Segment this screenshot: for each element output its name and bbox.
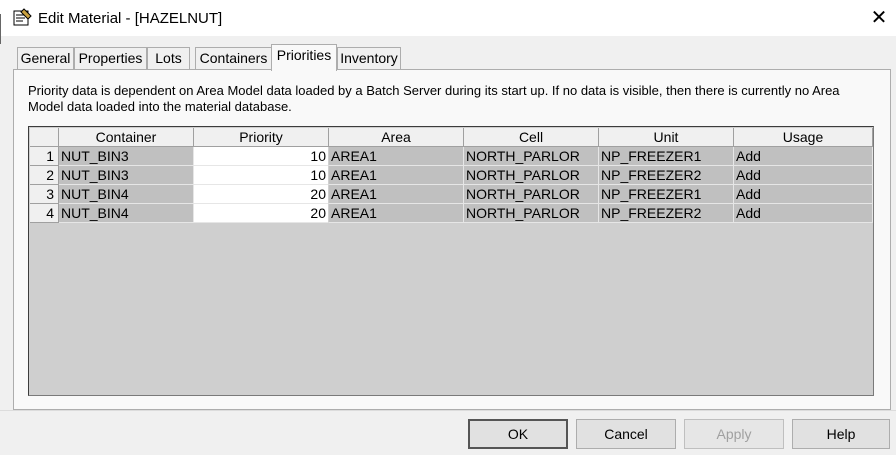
priorities-grid[interactable]: Container Priority Area Cell Unit Usage … bbox=[28, 126, 874, 396]
tab-lots[interactable]: Lots bbox=[147, 47, 190, 70]
container-cell[interactable]: NUT_BIN4 bbox=[59, 185, 194, 204]
cell-cell[interactable]: NORTH_PARLOR bbox=[464, 204, 599, 223]
priority-cell[interactable]: 20 bbox=[194, 185, 329, 204]
tab-general[interactable]: General bbox=[17, 47, 74, 70]
area-cell[interactable]: AREA1 bbox=[329, 204, 464, 223]
tab-containers[interactable]: Containers bbox=[195, 47, 272, 70]
priority-cell[interactable]: 10 bbox=[194, 166, 329, 185]
usage-cell[interactable]: Add bbox=[734, 166, 873, 185]
area-cell[interactable]: AREA1 bbox=[329, 185, 464, 204]
tab-properties[interactable]: Properties bbox=[74, 47, 147, 70]
help-button[interactable]: Help bbox=[792, 419, 890, 449]
usage-cell[interactable]: Add bbox=[734, 204, 873, 223]
unit-cell[interactable]: NP_FREEZER1 bbox=[599, 147, 734, 166]
window-title: Edit Material - [HAZELNUT] bbox=[38, 10, 223, 27]
unit-cell[interactable]: NP_FREEZER2 bbox=[599, 166, 734, 185]
container-cell[interactable]: NUT_BIN3 bbox=[59, 166, 194, 185]
unit-cell[interactable]: NP_FREEZER2 bbox=[599, 204, 734, 223]
info-text: Priority data is dependent on Area Model… bbox=[28, 83, 840, 114]
title-bar: Edit Material - [HAZELNUT] ✕ bbox=[0, 0, 896, 36]
priority-cell[interactable]: 20 bbox=[194, 204, 329, 223]
ok-button[interactable]: OK bbox=[468, 419, 568, 449]
tab-priorities[interactable]: Priorities bbox=[271, 44, 337, 71]
apply-button[interactable]: Apply bbox=[684, 419, 784, 449]
usage-cell[interactable]: Add bbox=[734, 185, 873, 204]
grid-corner-header[interactable] bbox=[30, 128, 59, 147]
cell-cell[interactable]: NORTH_PARLOR bbox=[464, 147, 599, 166]
container-cell[interactable]: NUT_BIN3 bbox=[59, 147, 194, 166]
area-cell[interactable]: AREA1 bbox=[329, 166, 464, 185]
column-header-priority[interactable]: Priority bbox=[194, 128, 329, 147]
column-header-container[interactable]: Container bbox=[59, 128, 194, 147]
cell-cell[interactable]: NORTH_PARLOR bbox=[464, 166, 599, 185]
close-icon[interactable]: ✕ bbox=[866, 6, 892, 30]
priorities-panel: Priority data is dependent on Area Model… bbox=[13, 69, 891, 410]
cell-cell[interactable]: NORTH_PARLOR bbox=[464, 185, 599, 204]
column-header-usage[interactable]: Usage bbox=[734, 128, 873, 147]
cancel-button[interactable]: Cancel bbox=[576, 419, 676, 449]
footer-divider bbox=[0, 410, 896, 411]
window-edge-divider bbox=[0, 14, 2, 44]
column-header-cell[interactable]: Cell bbox=[464, 128, 599, 147]
usage-cell[interactable]: Add bbox=[734, 147, 873, 166]
row-number[interactable]: 1 bbox=[30, 147, 59, 166]
tab-inventory[interactable]: Inventory bbox=[337, 47, 401, 70]
area-cell[interactable]: AREA1 bbox=[329, 147, 464, 166]
row-number[interactable]: 3 bbox=[30, 185, 59, 204]
row-number[interactable]: 2 bbox=[30, 166, 59, 185]
priority-cell[interactable]: 10 bbox=[194, 147, 329, 166]
container-cell[interactable]: NUT_BIN4 bbox=[59, 204, 194, 223]
unit-cell[interactable]: NP_FREEZER1 bbox=[599, 185, 734, 204]
column-header-unit[interactable]: Unit bbox=[599, 128, 734, 147]
material-dialog-icon bbox=[13, 8, 33, 26]
column-header-area[interactable]: Area bbox=[329, 128, 464, 147]
row-number[interactable]: 4 bbox=[30, 204, 59, 223]
